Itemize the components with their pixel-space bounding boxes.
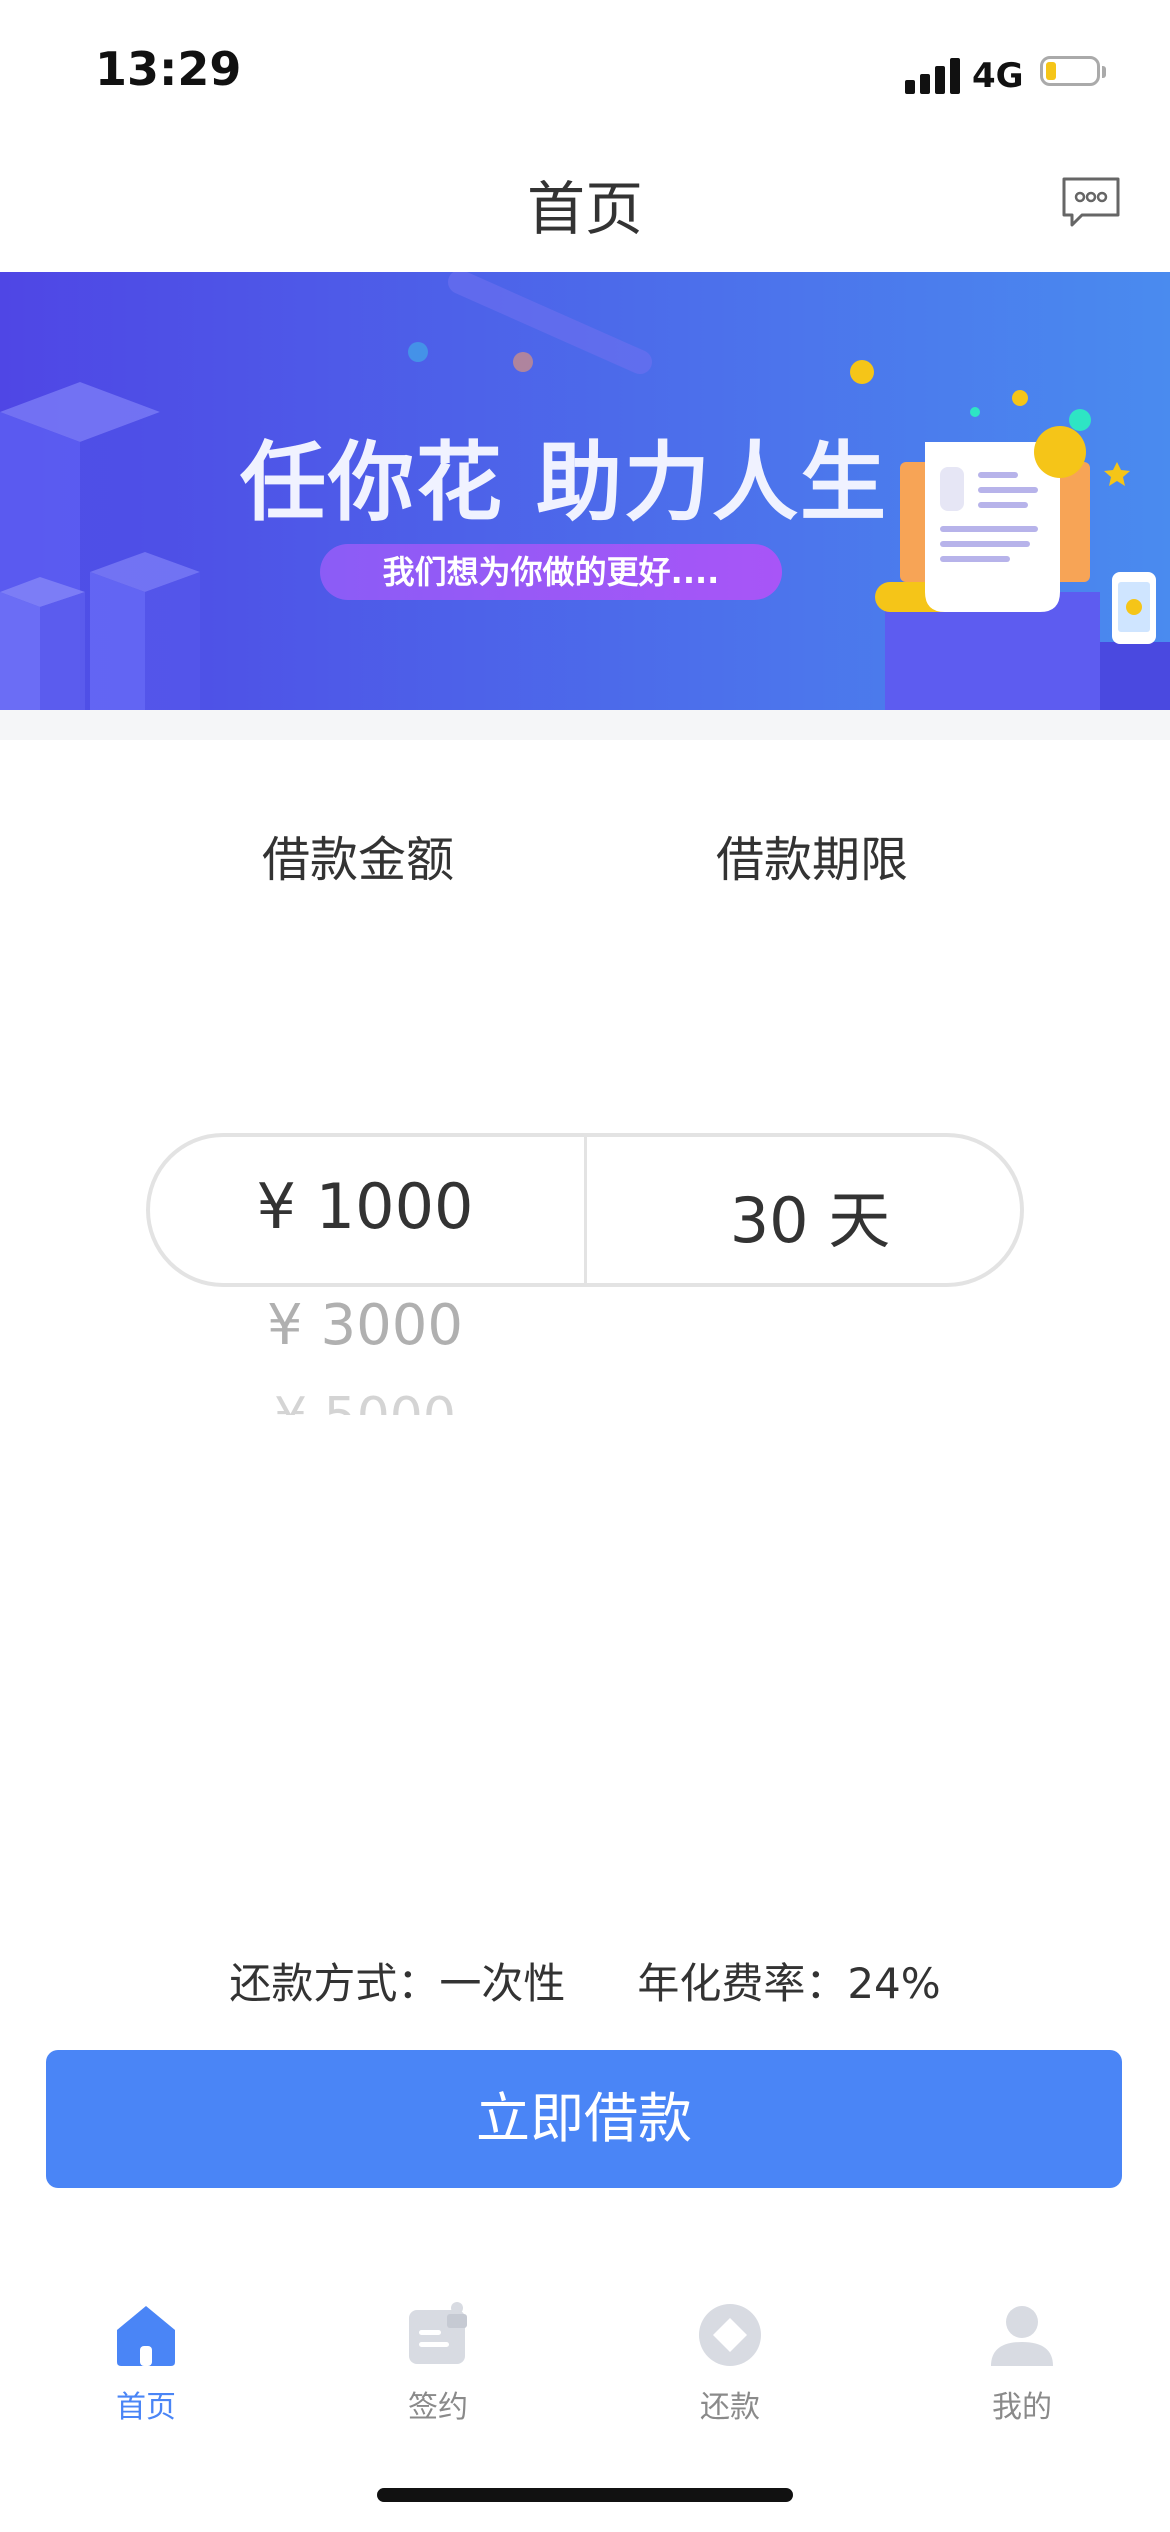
- tab-profile[interactable]: 我的: [922, 2300, 1122, 2440]
- promo-banner[interactable]: 任你花 助力人生 我们想为你做的更好....: [0, 272, 1170, 710]
- nav-bar: 首页: [0, 140, 1170, 272]
- loan-amount-label: 借款金额: [261, 832, 454, 888]
- picker-divider: [584, 1137, 587, 1283]
- repay-icon: [699, 2304, 761, 2366]
- tab-label: 首页: [116, 2390, 176, 2425]
- tab-repay[interactable]: 还款: [630, 2300, 830, 2440]
- borrow-now-button[interactable]: 立即借款: [46, 2050, 1122, 2188]
- battery-icon: [1040, 56, 1106, 90]
- status-time: 13:29: [95, 42, 242, 96]
- tab-label: 还款: [700, 2390, 760, 2425]
- banner-subline: 我们想为你做的更好....: [320, 544, 782, 600]
- contract-icon: [409, 2302, 467, 2364]
- signal-strength-icon: [905, 56, 961, 94]
- annual-rate: 年化费率：24%: [637, 1959, 941, 2008]
- network-type: 4G: [972, 56, 1024, 96]
- amount-picker-option[interactable]: ¥ 3000: [150, 1293, 580, 1358]
- section-divider: [0, 710, 1170, 740]
- tab-home[interactable]: 首页: [46, 2300, 246, 2440]
- tab-label: 签约: [408, 2390, 468, 2425]
- amount-picker-selected[interactable]: ¥ 1000: [150, 1170, 580, 1243]
- loan-term-label: 借款期限: [715, 832, 908, 888]
- home-icon: [117, 2306, 175, 2366]
- home-indicator[interactable]: [377, 2488, 793, 2502]
- tab-contract[interactable]: 签约: [338, 2300, 538, 2440]
- loan-terms-info: 还款方式：一次性 年化费率：24%: [0, 1950, 1170, 2011]
- banner-headline: 任你花 助力人生: [240, 433, 888, 533]
- tab-bar: 首页 签约 还款 我的: [0, 2270, 1170, 2470]
- amount-picker-option[interactable]: ¥ 5000: [150, 1385, 580, 1415]
- tab-label: 我的: [992, 2390, 1052, 2425]
- status-bar: 13:29 4G: [0, 0, 1170, 140]
- chat-bubble-icon[interactable]: [1060, 175, 1122, 231]
- profile-icon: [991, 2306, 1053, 2366]
- term-picker-selected[interactable]: 30 天: [595, 1170, 1025, 1260]
- repayment-method: 还款方式：一次性: [229, 1959, 566, 2008]
- page-title: 首页: [526, 175, 643, 243]
